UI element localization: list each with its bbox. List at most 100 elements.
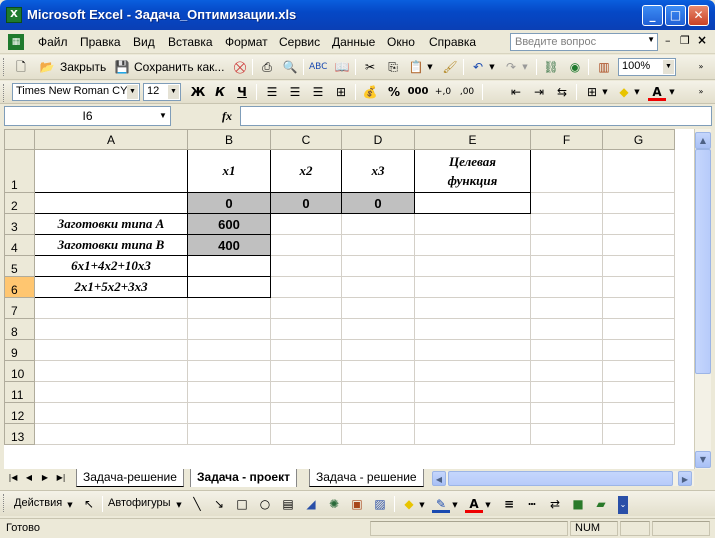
- line-color-icon[interactable]: ✎: [432, 495, 450, 513]
- excel-app-icon[interactable]: X: [6, 7, 22, 23]
- redo-icon[interactable]: ↷: [502, 58, 520, 76]
- row-header[interactable]: 8: [4, 318, 35, 340]
- menu-format[interactable]: Формат: [220, 35, 273, 49]
- chevron-down-icon[interactable]: ▼: [65, 496, 75, 514]
- vertical-scrollbar[interactable]: ▲ ▼: [694, 129, 711, 469]
- cell-A1[interactable]: [34, 149, 188, 193]
- menu-help[interactable]: Справка: [424, 35, 481, 49]
- cell-B1[interactable]: x1: [187, 149, 271, 193]
- column-header[interactable]: F: [530, 129, 603, 150]
- cell-D3[interactable]: [341, 213, 415, 235]
- cell[interactable]: [187, 402, 271, 424]
- column-header[interactable]: A: [34, 129, 188, 150]
- cell-A5[interactable]: 6x1+4x2+10x3: [34, 255, 188, 277]
- cell-G1[interactable]: [602, 149, 675, 193]
- cell-B5[interactable]: [187, 255, 271, 277]
- sheet-tab[interactable]: Задача - решение: [309, 469, 424, 487]
- cell-A4[interactable]: Заготовки типа В: [34, 234, 188, 256]
- cell-F5[interactable]: [530, 255, 603, 277]
- cell[interactable]: [187, 339, 271, 361]
- cell-C3[interactable]: [270, 213, 342, 235]
- cell[interactable]: [530, 318, 603, 340]
- chevron-down-icon[interactable]: ▼: [450, 496, 460, 514]
- vertical-scroll-thumb[interactable]: [695, 149, 711, 374]
- cell[interactable]: [34, 318, 188, 340]
- cell-B6[interactable]: [187, 276, 271, 298]
- cell-G3[interactable]: [602, 213, 675, 235]
- cell[interactable]: [602, 402, 675, 424]
- scroll-right-icon[interactable]: ▶: [678, 471, 692, 486]
- cell-D6[interactable]: [341, 276, 415, 298]
- menu-window[interactable]: Окно: [382, 35, 420, 49]
- row-header[interactable]: 1: [4, 149, 35, 193]
- chevron-down-icon[interactable]: ▼: [663, 60, 674, 74]
- save-as-button[interactable]: Сохранить как...: [134, 60, 224, 74]
- ask-question-box[interactable]: Введите вопрос ▼: [510, 33, 658, 51]
- cell-C5[interactable]: [270, 255, 342, 277]
- cell[interactable]: [187, 423, 271, 445]
- cell[interactable]: [270, 402, 342, 424]
- toolbar-grip[interactable]: [3, 84, 6, 102]
- undo-icon[interactable]: ↶: [469, 58, 487, 76]
- cell[interactable]: [270, 318, 342, 340]
- 3d-style-icon[interactable]: ▰: [592, 495, 610, 513]
- cell[interactable]: [414, 339, 531, 361]
- cell-E2[interactable]: [414, 192, 531, 214]
- cell-D5[interactable]: [341, 255, 415, 277]
- align-center-icon[interactable]: ☰: [286, 83, 304, 101]
- worksheet-grid[interactable]: A B C D E F G 1 x1 x2 x3 Целевая функция …: [4, 129, 694, 469]
- bold-button[interactable]: Ж: [189, 83, 207, 101]
- cell[interactable]: [414, 381, 531, 403]
- menu-insert[interactable]: Вставка: [163, 35, 218, 49]
- actions-menu[interactable]: Действия: [14, 497, 62, 509]
- fill-color-icon[interactable]: ◆: [615, 83, 633, 101]
- oval-icon[interactable]: ○: [256, 495, 274, 513]
- cell[interactable]: [34, 402, 188, 424]
- increase-indent-icon[interactable]: ⇥: [530, 83, 548, 101]
- zoom-select[interactable]: 100% ▼: [618, 58, 676, 76]
- menu-file[interactable]: Файл: [33, 35, 73, 49]
- borders-icon[interactable]: ⊞: [583, 83, 601, 101]
- cell-G2[interactable]: [602, 192, 675, 214]
- cell-C2[interactable]: 0: [270, 192, 342, 214]
- cell-E6[interactable]: [414, 276, 531, 298]
- toolbar-options-icon[interactable]: »: [695, 83, 707, 101]
- cell[interactable]: [602, 423, 675, 445]
- thousands-button[interactable]: 000: [406, 83, 430, 101]
- cell[interactable]: [34, 381, 188, 403]
- row-header[interactable]: 4: [4, 234, 35, 256]
- cell[interactable]: [187, 381, 271, 403]
- cell[interactable]: [187, 297, 271, 319]
- horizontal-scrollbar[interactable]: ◀ ▶: [432, 471, 694, 486]
- column-header[interactable]: G: [602, 129, 675, 150]
- align-right-icon[interactable]: ☰: [309, 83, 327, 101]
- chevron-down-icon[interactable]: ▼: [520, 58, 530, 76]
- cell[interactable]: [530, 297, 603, 319]
- cell[interactable]: [270, 381, 342, 403]
- cell-A2[interactable]: [34, 192, 188, 214]
- column-header[interactable]: E: [414, 129, 531, 150]
- cell[interactable]: [270, 360, 342, 382]
- row-header[interactable]: 10: [4, 360, 35, 382]
- percent-button[interactable]: %: [385, 83, 403, 101]
- align-left-icon[interactable]: ☰: [263, 83, 281, 101]
- cell-B2[interactable]: 0: [187, 192, 271, 214]
- doc-minimize-button[interactable]: –: [665, 34, 671, 47]
- doc-restore-button[interactable]: ❐: [680, 34, 690, 47]
- rectangle-icon[interactable]: □: [233, 495, 251, 513]
- cell-A3[interactable]: Заготовки типа А: [34, 213, 188, 235]
- select-all-corner[interactable]: [4, 129, 35, 150]
- close-button[interactable]: ✕: [688, 5, 709, 26]
- cell[interactable]: [34, 423, 188, 445]
- sheet-tab-active[interactable]: Задача - проект: [190, 469, 297, 487]
- cell-E5[interactable]: [414, 255, 531, 277]
- select-objects-icon[interactable]: ↖: [80, 495, 98, 513]
- cell[interactable]: [187, 318, 271, 340]
- cell[interactable]: [341, 423, 415, 445]
- chevron-down-icon[interactable]: ▼: [157, 109, 169, 123]
- maximize-button[interactable]: □: [665, 5, 686, 26]
- cell-D2[interactable]: 0: [341, 192, 415, 214]
- toolbar-options-icon[interactable]: »: [695, 58, 707, 76]
- column-header[interactable]: C: [270, 129, 342, 150]
- italic-button[interactable]: К: [211, 83, 229, 101]
